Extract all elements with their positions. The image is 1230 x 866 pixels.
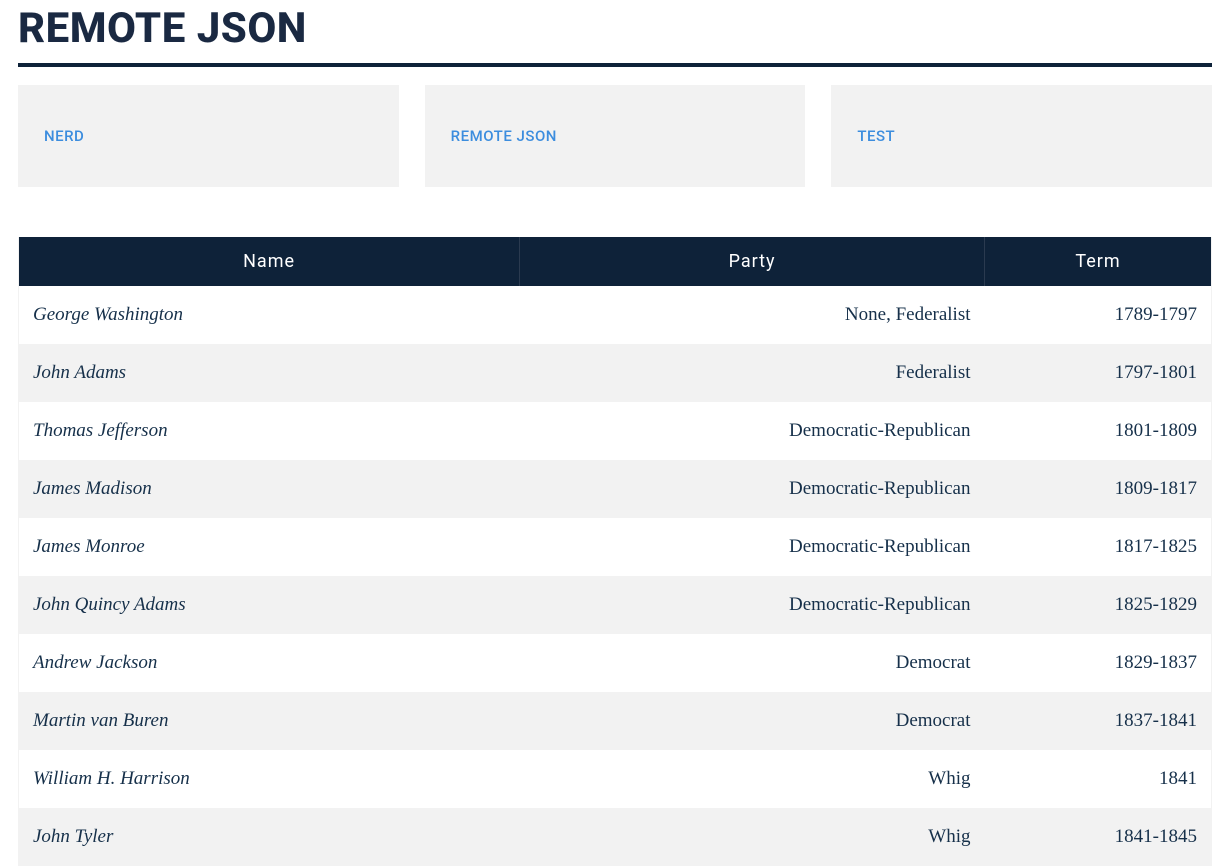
cell-party: Federalist (520, 344, 985, 402)
cell-name: James Monroe (19, 518, 520, 576)
col-header-name[interactable]: Name (19, 237, 520, 286)
col-header-party[interactable]: Party (520, 237, 985, 286)
card-remote-json: Remote JSON (425, 85, 806, 187)
cell-term: 1817-1825 (985, 518, 1212, 576)
cell-term: 1829-1837 (985, 634, 1212, 692)
cell-name: George Washington (19, 286, 520, 344)
table-row: John Quincy AdamsDemocratic-Republican18… (19, 576, 1211, 634)
table-row: Thomas JeffersonDemocratic-Republican180… (19, 402, 1211, 460)
cell-term: 1841-1845 (985, 808, 1212, 866)
cell-party: Democratic-Republican (520, 576, 985, 634)
page-title: Remote JSON (18, 4, 1212, 53)
cell-term: 1841 (985, 750, 1212, 808)
cell-party: Democrat (520, 692, 985, 750)
cell-party: Whig (520, 750, 985, 808)
cell-party: Whig (520, 808, 985, 866)
cell-party: Democrat (520, 634, 985, 692)
table-row: Andrew JacksonDemocrat1829-1837 (19, 634, 1211, 692)
table-row: James MadisonDemocratic-Republican1809-1… (19, 460, 1211, 518)
cell-party: Democratic-Republican (520, 460, 985, 518)
card-test: test (831, 85, 1212, 187)
cell-name: William H. Harrison (19, 750, 520, 808)
table-row: John TylerWhig1841-1845 (19, 808, 1211, 866)
table-row: Martin van BurenDemocrat1837-1841 (19, 692, 1211, 750)
cell-party: None, Federalist (520, 286, 985, 344)
cell-term: 1809-1817 (985, 460, 1212, 518)
cell-name: Andrew Jackson (19, 634, 520, 692)
cell-term: 1825-1829 (985, 576, 1212, 634)
table-row: John AdamsFederalist1797-1801 (19, 344, 1211, 402)
cell-term: 1789-1797 (985, 286, 1212, 344)
table-row: William H. HarrisonWhig1841 (19, 750, 1211, 808)
card-link-nerd[interactable]: Nerd (44, 127, 84, 145)
card-link-test[interactable]: test (857, 127, 895, 145)
cell-party: Democratic-Republican (520, 402, 985, 460)
table-row: George WashingtonNone, Federalist1789-17… (19, 286, 1211, 344)
cell-name: John Adams (19, 344, 520, 402)
cell-name: John Quincy Adams (19, 576, 520, 634)
cell-name: Martin van Buren (19, 692, 520, 750)
table-row: James MonroeDemocratic-Republican1817-18… (19, 518, 1211, 576)
cell-term: 1797-1801 (985, 344, 1212, 402)
cell-name: John Tyler (19, 808, 520, 866)
col-header-term[interactable]: Term (985, 237, 1212, 286)
cell-name: Thomas Jefferson (19, 402, 520, 460)
card-nerd: Nerd (18, 85, 399, 187)
cell-name: James Madison (19, 460, 520, 518)
card-link-remote-json[interactable]: Remote JSON (451, 127, 557, 145)
table-header-row: Name Party Term (19, 237, 1211, 286)
cell-term: 1801-1809 (985, 402, 1212, 460)
presidents-table: Name Party Term George WashingtonNone, F… (19, 237, 1211, 866)
cards-row: Nerd Remote JSON test (18, 85, 1212, 187)
title-divider (18, 63, 1212, 67)
cell-term: 1837-1841 (985, 692, 1212, 750)
cell-party: Democratic-Republican (520, 518, 985, 576)
